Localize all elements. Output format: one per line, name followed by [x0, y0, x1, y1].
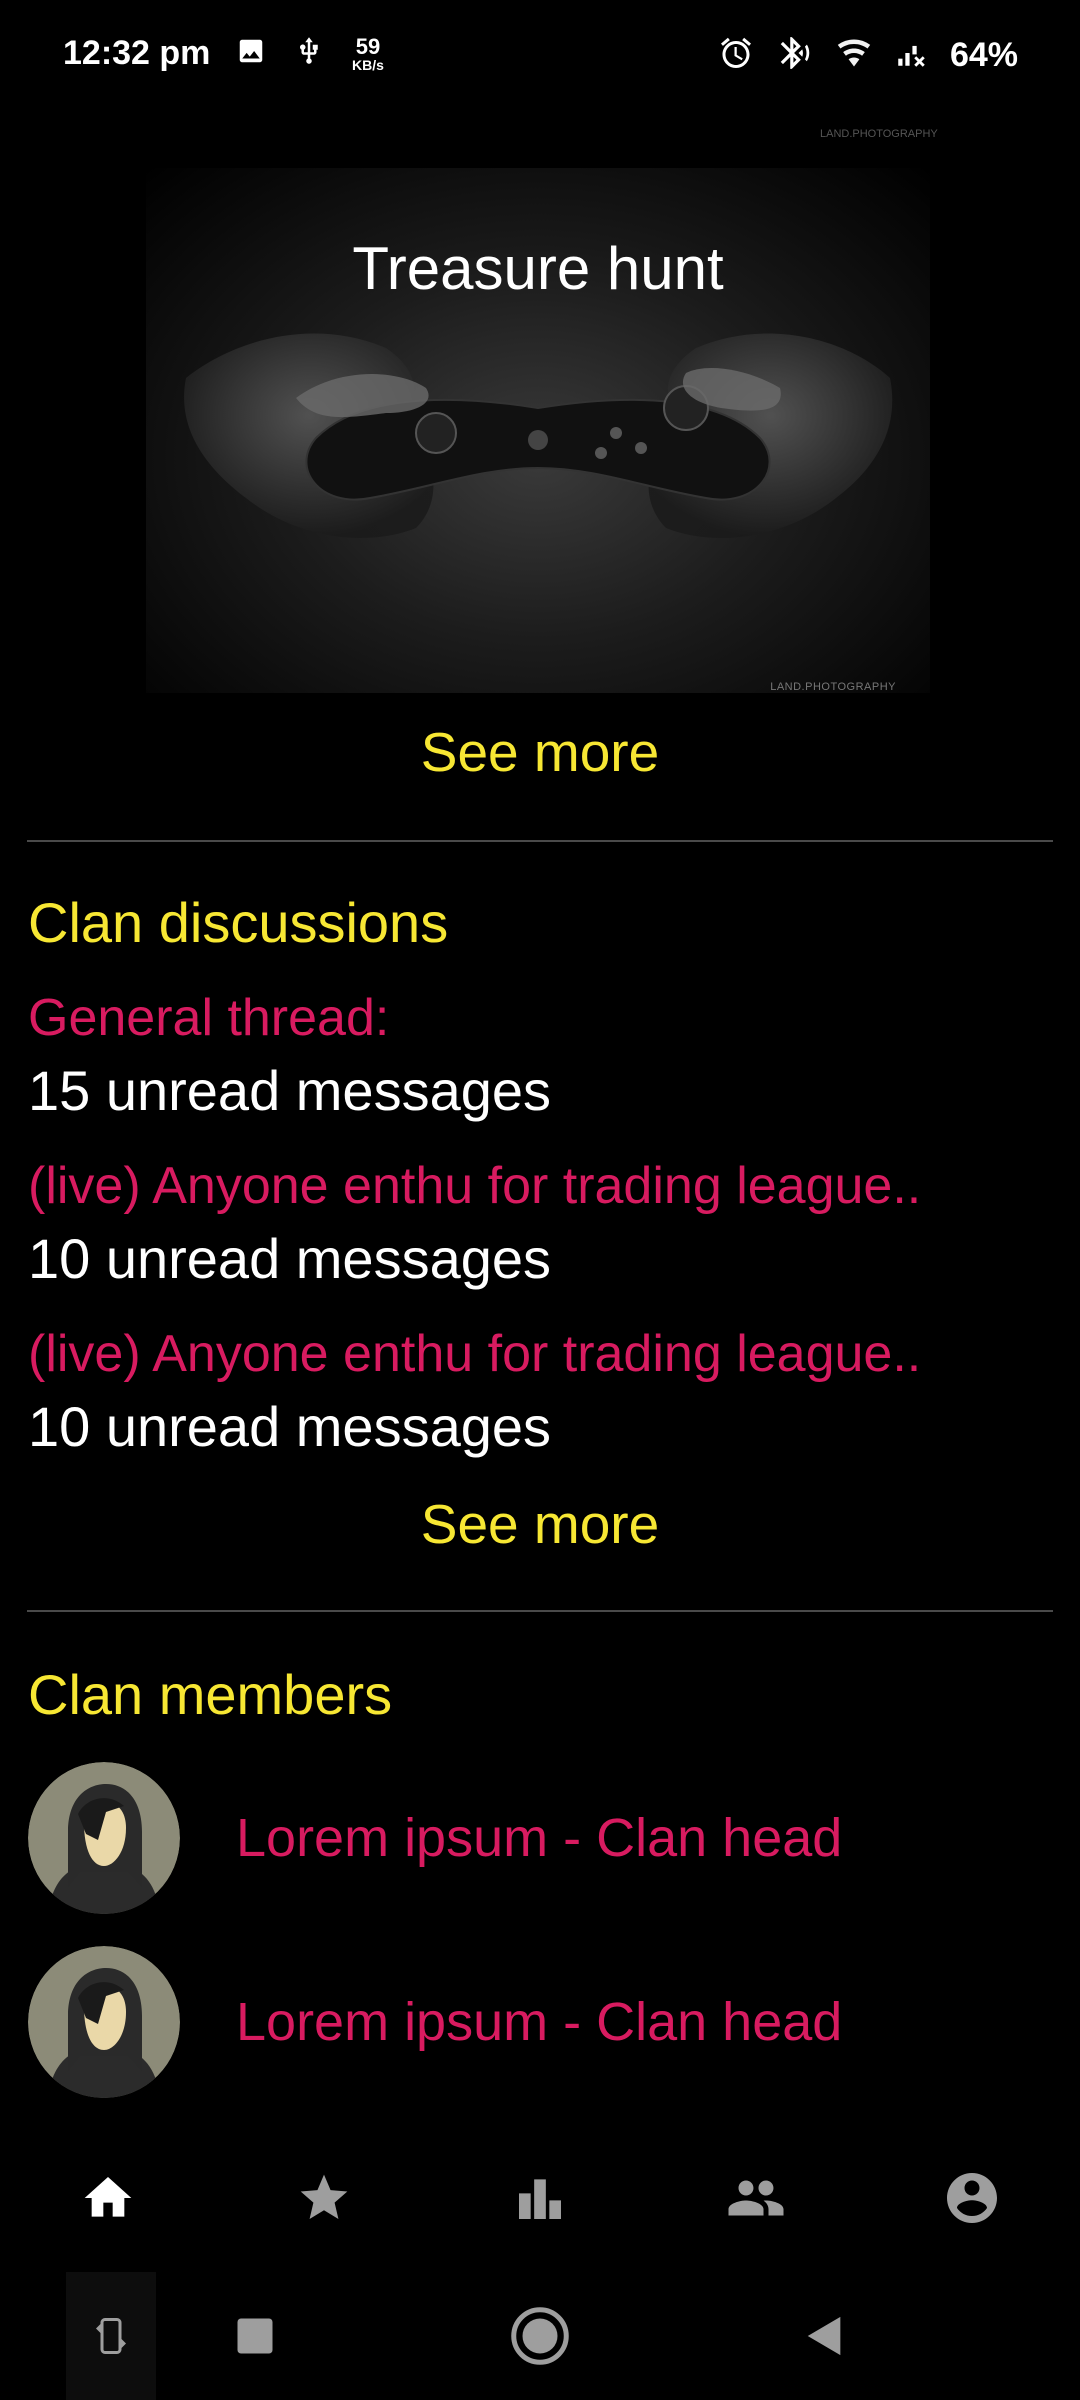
member-name: Lorem ipsum - Clan head	[236, 1808, 843, 1868]
thread-title-trading-league-2[interactable]: (live) Anyone enthu for trading league..	[28, 1324, 921, 1384]
rotate-button[interactable]	[66, 2272, 156, 2400]
nav-leaderboard[interactable]	[432, 2140, 648, 2256]
status-left-icons: 59 KB/s	[236, 34, 384, 73]
members-section-title: Clan members	[28, 1663, 393, 1726]
group-icon	[728, 2180, 784, 2216]
leaderboard-icon	[519, 2179, 561, 2219]
home-circle-icon	[511, 2307, 569, 2365]
image-icon	[236, 36, 266, 71]
discussions-section-title: Clan discussions	[28, 891, 449, 954]
signal-icon	[894, 36, 928, 75]
nav-clan[interactable]	[648, 2140, 864, 2256]
thread-title-trading-league[interactable]: (live) Anyone enthu for trading league..	[28, 1156, 921, 1216]
hero-title: Treasure hunt	[352, 235, 724, 302]
thread-title-general[interactable]: General thread:	[28, 988, 389, 1048]
network-speed-value: 59	[355, 33, 381, 59]
bottom-navigation	[0, 2140, 1080, 2256]
home-button[interactable]	[495, 2272, 585, 2400]
divider	[27, 1610, 1053, 1612]
member-row[interactable]: Lorem ipsum - Clan head	[28, 1762, 1028, 1914]
divider	[27, 840, 1053, 842]
member-row[interactable]: Lorem ipsum - Clan head	[28, 1946, 1028, 2098]
account-icon	[947, 2173, 997, 2223]
hero-watermark-top: LAND.PHOTOGRAPHY	[820, 128, 938, 140]
avatar	[28, 1762, 180, 1914]
back-button[interactable]	[780, 2272, 870, 2400]
nav-profile[interactable]	[864, 2140, 1080, 2256]
back-icon	[807, 2316, 841, 2356]
thread-unread-count: 10 unread messages	[28, 1227, 552, 1290]
see-more-events-link[interactable]: See more	[0, 720, 1080, 784]
avatar	[28, 1946, 180, 2098]
nav-home[interactable]	[0, 2140, 216, 2256]
thread-unread-count: 10 unread messages	[28, 1395, 552, 1458]
thread-unread-count: 15 unread messages	[28, 1059, 552, 1122]
treasure-hunt-banner[interactable]: Treasure hunt LAND.PHOTOGRAPHY	[146, 168, 930, 693]
home-icon	[84, 2177, 132, 2217]
recents-icon	[237, 2318, 273, 2354]
star-icon	[300, 2174, 348, 2219]
rotate-icon	[96, 2318, 126, 2354]
bluetooth-icon	[776, 34, 814, 77]
status-right-icons: 64%	[718, 34, 1018, 77]
nav-favorites[interactable]	[216, 2140, 432, 2256]
system-navigation-bar	[0, 2272, 1080, 2400]
usb-icon	[294, 34, 324, 73]
hero-watermark: LAND.PHOTOGRAPHY	[770, 681, 896, 693]
network-speed-unit: KB/s	[352, 56, 384, 73]
battery-level: 64%	[949, 36, 1018, 74]
see-more-discussions-link[interactable]: See more	[0, 1492, 1080, 1556]
member-name: Lorem ipsum - Clan head	[236, 1992, 843, 2052]
network-speed: 59 KB/s	[352, 33, 384, 73]
recents-button[interactable]	[210, 2272, 300, 2400]
status-time: 12:32 pm	[63, 34, 211, 72]
status-bar: 12:32 pm 59 KB/s 64%	[0, 0, 1080, 112]
wifi-icon	[836, 35, 872, 76]
alarm-icon	[718, 35, 754, 76]
